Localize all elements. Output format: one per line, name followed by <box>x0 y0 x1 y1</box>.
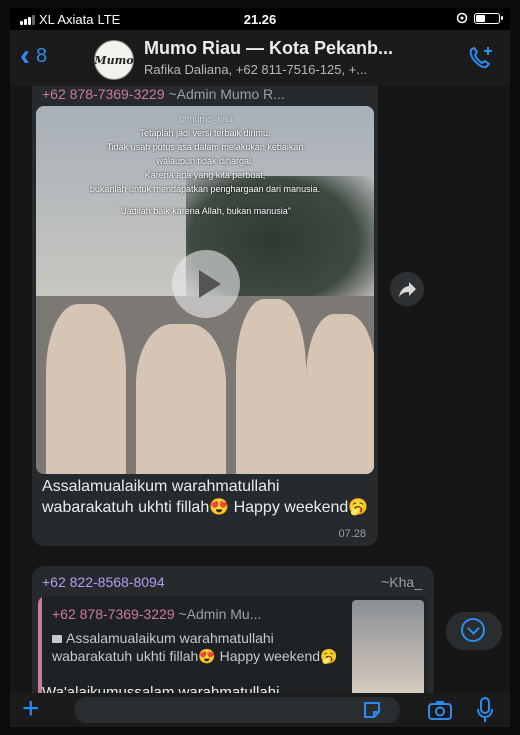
figure-shape <box>236 299 306 474</box>
partial-message-text: Wa'alaikumussalam warahmatullahi <box>42 684 280 693</box>
camera-icon[interactable] <box>428 700 452 720</box>
status-bar: XL Axiata LTE 21.26 <box>10 8 510 30</box>
quote-bar <box>38 596 42 693</box>
status-right <box>456 12 503 24</box>
add-call-icon[interactable] <box>466 45 496 71</box>
video-watermark: @mumo_riau <box>177 114 233 124</box>
message-input[interactable] <box>74 697 400 723</box>
overlay-line: bukanlah untuk mendapatkan penghargaan d… <box>89 184 321 194</box>
figure-shape <box>136 324 226 474</box>
sender-phone[interactable]: +62 822-8568-8094 <box>42 574 342 590</box>
overlay-line: Tetaplah jadi versi terbaik dirimu. <box>139 128 271 138</box>
unread-count: 8 <box>36 44 48 67</box>
sender-tag: ~Admin Mumo R... <box>168 86 285 102</box>
message-sender[interactable]: +62 878-7369-3229 ~Admin Mumo R... <box>42 86 372 102</box>
back-button[interactable]: ‹ 8 <box>20 39 48 72</box>
quoted-sender-tag: ~Admin Mu... <box>178 606 262 622</box>
quoted-text-content: Assalamualaikum warahmatullahi wabarakat… <box>52 630 338 664</box>
forward-icon <box>399 282 416 297</box>
battery-icon <box>474 12 503 24</box>
message-time: 07.28 <box>338 528 366 540</box>
clock: 21.26 <box>243 12 277 27</box>
chat-screen: XL Axiata LTE 21.26 ‹ 8 Mumo Mumo Riau —… <box>10 8 510 727</box>
avatar-logo: Mumo <box>94 53 134 67</box>
quoted-thumbnail <box>352 600 424 693</box>
overlay-line: "Jadilah baik karena Allah, bukan manusi… <box>119 206 291 216</box>
quoted-sender: +62 878-7369-3229 ~Admin Mu... <box>52 606 352 622</box>
message-bubble[interactable]: +62 878-7369-3229 ~Admin Mumo R... @mumo… <box>32 86 378 546</box>
video-overlay-text: @mumo_riau Tetaplah jadi versi terbaik d… <box>36 112 374 218</box>
message-input-bar: + <box>10 693 510 727</box>
group-title[interactable]: Mumo Riau — Kota Pekanb... <box>144 38 464 59</box>
overlay-line: Tidak usah putus asa dalam melakukan keb… <box>106 142 304 152</box>
message-list[interactable]: +62 878-7369-3229 ~Admin Mumo R... @mumo… <box>10 86 510 693</box>
figure-shape <box>306 314 374 474</box>
plus-icon[interactable]: + <box>22 694 40 724</box>
scroll-down-button[interactable] <box>446 612 502 650</box>
chat-header: ‹ 8 Mumo Mumo Riau — Kota Pekanb... Rafi… <box>10 30 510 86</box>
figure-shape <box>46 304 126 474</box>
group-members[interactable]: Rafika Daliana, +62 811-7516-125, +... <box>144 62 464 77</box>
overlay-line: Karena apa yang kita perbuat, <box>144 170 266 180</box>
quoted-text: Assalamualaikum warahmatullahi wabarakat… <box>52 629 352 665</box>
sticker-icon[interactable] <box>362 700 382 720</box>
play-icon[interactable] <box>172 250 240 318</box>
message-caption: Assalamualaikum warahmatullahi wabarakat… <box>42 478 369 516</box>
orientation-lock-icon <box>456 12 468 24</box>
chevron-left-icon: ‹ <box>20 39 30 72</box>
sender-tag: ~Kha_ <box>381 574 422 590</box>
group-avatar[interactable]: Mumo <box>94 40 134 80</box>
sender-phone[interactable]: +62 878-7369-3229 <box>42 86 165 102</box>
microphone-icon[interactable] <box>476 697 494 723</box>
quoted-message[interactable]: +62 878-7369-3229 ~Admin Mu... Assalamua… <box>38 596 428 693</box>
overlay-line: walaupun tidak dihargai. <box>156 156 254 166</box>
chevron-down-icon <box>461 618 485 642</box>
forward-button[interactable] <box>390 272 424 306</box>
video-camera-icon <box>52 635 62 644</box>
quoted-sender-phone: +62 878-7369-3229 <box>52 606 175 622</box>
message-bubble[interactable]: +62 822-8568-8094 ~Kha_ +62 878-7369-322… <box>32 566 434 693</box>
video-thumbnail[interactable]: @mumo_riau Tetaplah jadi versi terbaik d… <box>36 106 374 474</box>
